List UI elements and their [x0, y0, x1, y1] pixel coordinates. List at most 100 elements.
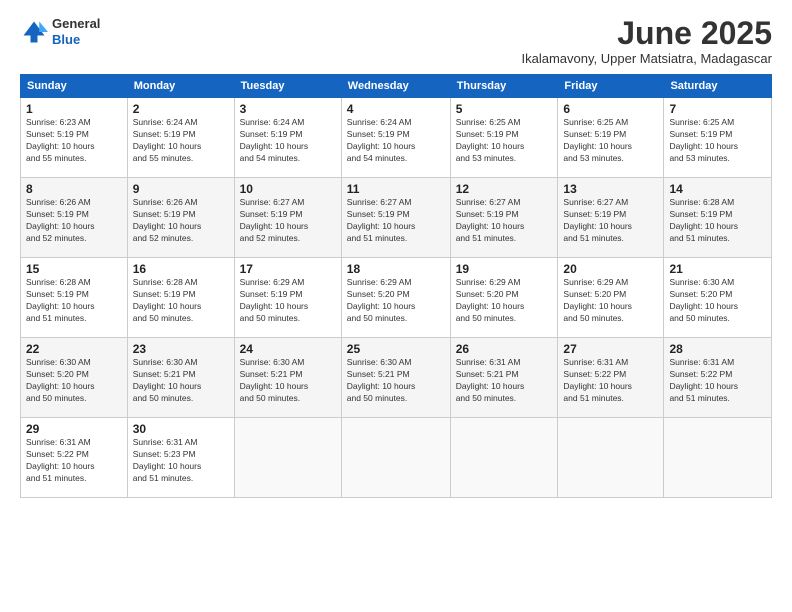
calendar-cell: 30Sunrise: 6:31 AMSunset: 5:23 PMDayligh… — [127, 418, 234, 498]
day-info: Sunrise: 6:29 AMSunset: 5:19 PMDaylight:… — [240, 277, 336, 325]
header-row: Sunday Monday Tuesday Wednesday Thursday… — [21, 75, 772, 98]
day-number: 28 — [669, 342, 766, 356]
day-info: Sunrise: 6:31 AMSunset: 5:22 PMDaylight:… — [563, 357, 658, 405]
calendar-cell — [558, 418, 664, 498]
day-number: 29 — [26, 422, 122, 436]
header-sunday: Sunday — [21, 75, 128, 98]
calendar-cell: 14Sunrise: 6:28 AMSunset: 5:19 PMDayligh… — [664, 178, 772, 258]
logo-blue: Blue — [52, 32, 100, 48]
day-info: Sunrise: 6:26 AMSunset: 5:19 PMDaylight:… — [133, 197, 229, 245]
title-block: June 2025 Ikalamavony, Upper Matsiatra, … — [522, 16, 772, 66]
day-info: Sunrise: 6:25 AMSunset: 5:19 PMDaylight:… — [456, 117, 553, 165]
calendar-cell: 18Sunrise: 6:29 AMSunset: 5:20 PMDayligh… — [341, 258, 450, 338]
day-info: Sunrise: 6:24 AMSunset: 5:19 PMDaylight:… — [133, 117, 229, 165]
day-info: Sunrise: 6:28 AMSunset: 5:19 PMDaylight:… — [133, 277, 229, 325]
day-number: 12 — [456, 182, 553, 196]
calendar-table: Sunday Monday Tuesday Wednesday Thursday… — [20, 74, 772, 498]
day-number: 11 — [347, 182, 445, 196]
day-number: 18 — [347, 262, 445, 276]
calendar-cell: 6Sunrise: 6:25 AMSunset: 5:19 PMDaylight… — [558, 98, 664, 178]
day-info: Sunrise: 6:31 AMSunset: 5:23 PMDaylight:… — [133, 437, 229, 485]
calendar-week-5: 29Sunrise: 6:31 AMSunset: 5:22 PMDayligh… — [21, 418, 772, 498]
day-info: Sunrise: 6:30 AMSunset: 5:21 PMDaylight:… — [133, 357, 229, 405]
day-number: 13 — [563, 182, 658, 196]
day-info: Sunrise: 6:29 AMSunset: 5:20 PMDaylight:… — [347, 277, 445, 325]
calendar-cell — [341, 418, 450, 498]
day-info: Sunrise: 6:28 AMSunset: 5:19 PMDaylight:… — [26, 277, 122, 325]
day-number: 5 — [456, 102, 553, 116]
day-number: 8 — [26, 182, 122, 196]
location-subtitle: Ikalamavony, Upper Matsiatra, Madagascar — [522, 51, 772, 66]
day-info: Sunrise: 6:24 AMSunset: 5:19 PMDaylight:… — [240, 117, 336, 165]
calendar-cell: 26Sunrise: 6:31 AMSunset: 5:21 PMDayligh… — [450, 338, 558, 418]
calendar-cell: 15Sunrise: 6:28 AMSunset: 5:19 PMDayligh… — [21, 258, 128, 338]
day-number: 14 — [669, 182, 766, 196]
day-info: Sunrise: 6:23 AMSunset: 5:19 PMDaylight:… — [26, 117, 122, 165]
day-number: 7 — [669, 102, 766, 116]
logo: General Blue — [20, 16, 100, 47]
day-info: Sunrise: 6:31 AMSunset: 5:21 PMDaylight:… — [456, 357, 553, 405]
day-number: 4 — [347, 102, 445, 116]
day-info: Sunrise: 6:25 AMSunset: 5:19 PMDaylight:… — [669, 117, 766, 165]
day-number: 10 — [240, 182, 336, 196]
header-thursday: Thursday — [450, 75, 558, 98]
calendar-cell: 28Sunrise: 6:31 AMSunset: 5:22 PMDayligh… — [664, 338, 772, 418]
day-info: Sunrise: 6:26 AMSunset: 5:19 PMDaylight:… — [26, 197, 122, 245]
day-number: 21 — [669, 262, 766, 276]
calendar-body: 1Sunrise: 6:23 AMSunset: 5:19 PMDaylight… — [21, 98, 772, 498]
header-saturday: Saturday — [664, 75, 772, 98]
day-number: 26 — [456, 342, 553, 356]
calendar-cell: 7Sunrise: 6:25 AMSunset: 5:19 PMDaylight… — [664, 98, 772, 178]
day-info: Sunrise: 6:30 AMSunset: 5:20 PMDaylight:… — [26, 357, 122, 405]
calendar-cell: 25Sunrise: 6:30 AMSunset: 5:21 PMDayligh… — [341, 338, 450, 418]
day-info: Sunrise: 6:31 AMSunset: 5:22 PMDaylight:… — [26, 437, 122, 485]
day-info: Sunrise: 6:30 AMSunset: 5:21 PMDaylight:… — [347, 357, 445, 405]
calendar-cell: 23Sunrise: 6:30 AMSunset: 5:21 PMDayligh… — [127, 338, 234, 418]
day-number: 1 — [26, 102, 122, 116]
day-number: 19 — [456, 262, 553, 276]
day-info: Sunrise: 6:27 AMSunset: 5:19 PMDaylight:… — [456, 197, 553, 245]
day-info: Sunrise: 6:29 AMSunset: 5:20 PMDaylight:… — [563, 277, 658, 325]
calendar-cell: 16Sunrise: 6:28 AMSunset: 5:19 PMDayligh… — [127, 258, 234, 338]
day-info: Sunrise: 6:27 AMSunset: 5:19 PMDaylight:… — [563, 197, 658, 245]
header-friday: Friday — [558, 75, 664, 98]
day-number: 2 — [133, 102, 229, 116]
day-number: 25 — [347, 342, 445, 356]
calendar-week-3: 15Sunrise: 6:28 AMSunset: 5:19 PMDayligh… — [21, 258, 772, 338]
header-wednesday: Wednesday — [341, 75, 450, 98]
day-info: Sunrise: 6:30 AMSunset: 5:21 PMDaylight:… — [240, 357, 336, 405]
header: General Blue June 2025 Ikalamavony, Uppe… — [20, 16, 772, 66]
calendar-cell: 2Sunrise: 6:24 AMSunset: 5:19 PMDaylight… — [127, 98, 234, 178]
calendar-cell: 19Sunrise: 6:29 AMSunset: 5:20 PMDayligh… — [450, 258, 558, 338]
day-number: 15 — [26, 262, 122, 276]
calendar-cell — [664, 418, 772, 498]
calendar-cell: 29Sunrise: 6:31 AMSunset: 5:22 PMDayligh… — [21, 418, 128, 498]
calendar-cell: 9Sunrise: 6:26 AMSunset: 5:19 PMDaylight… — [127, 178, 234, 258]
calendar-page: General Blue June 2025 Ikalamavony, Uppe… — [0, 0, 792, 612]
calendar-cell: 3Sunrise: 6:24 AMSunset: 5:19 PMDaylight… — [234, 98, 341, 178]
calendar-cell: 1Sunrise: 6:23 AMSunset: 5:19 PMDaylight… — [21, 98, 128, 178]
header-monday: Monday — [127, 75, 234, 98]
day-number: 3 — [240, 102, 336, 116]
day-info: Sunrise: 6:27 AMSunset: 5:19 PMDaylight:… — [347, 197, 445, 245]
calendar-cell: 21Sunrise: 6:30 AMSunset: 5:20 PMDayligh… — [664, 258, 772, 338]
calendar-week-1: 1Sunrise: 6:23 AMSunset: 5:19 PMDaylight… — [21, 98, 772, 178]
day-number: 22 — [26, 342, 122, 356]
day-info: Sunrise: 6:31 AMSunset: 5:22 PMDaylight:… — [669, 357, 766, 405]
day-number: 16 — [133, 262, 229, 276]
logo-text: General Blue — [52, 16, 100, 47]
calendar-cell: 20Sunrise: 6:29 AMSunset: 5:20 PMDayligh… — [558, 258, 664, 338]
day-info: Sunrise: 6:29 AMSunset: 5:20 PMDaylight:… — [456, 277, 553, 325]
day-number: 24 — [240, 342, 336, 356]
day-number: 27 — [563, 342, 658, 356]
calendar-cell: 17Sunrise: 6:29 AMSunset: 5:19 PMDayligh… — [234, 258, 341, 338]
calendar-cell: 12Sunrise: 6:27 AMSunset: 5:19 PMDayligh… — [450, 178, 558, 258]
calendar-cell — [234, 418, 341, 498]
calendar-cell — [450, 418, 558, 498]
day-info: Sunrise: 6:24 AMSunset: 5:19 PMDaylight:… — [347, 117, 445, 165]
day-info: Sunrise: 6:30 AMSunset: 5:20 PMDaylight:… — [669, 277, 766, 325]
day-number: 17 — [240, 262, 336, 276]
calendar-week-2: 8Sunrise: 6:26 AMSunset: 5:19 PMDaylight… — [21, 178, 772, 258]
header-tuesday: Tuesday — [234, 75, 341, 98]
calendar-header: Sunday Monday Tuesday Wednesday Thursday… — [21, 75, 772, 98]
